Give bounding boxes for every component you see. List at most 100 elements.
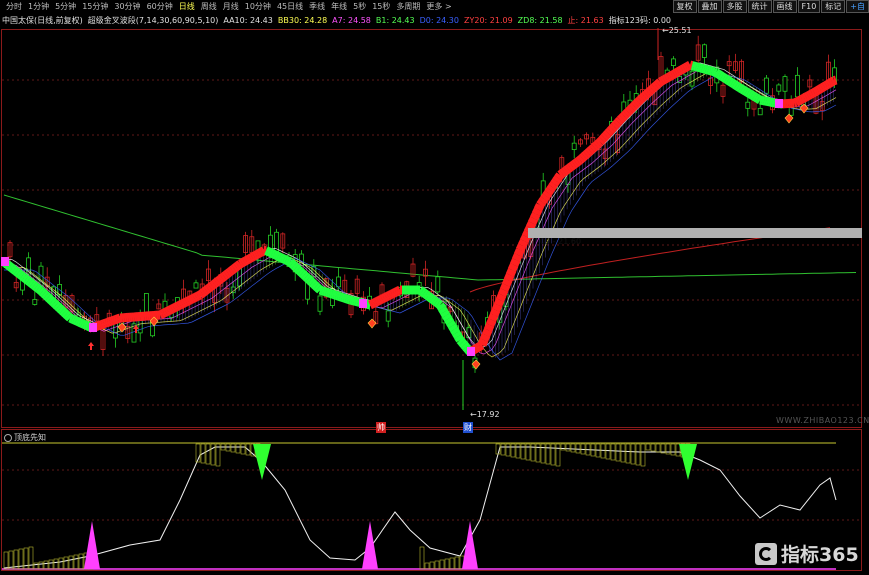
trend-band <box>76 317 82 327</box>
trend-band <box>749 91 757 101</box>
trend-band <box>396 285 403 296</box>
oscillator-bar <box>645 443 651 451</box>
trend-band <box>197 289 205 299</box>
trend-band <box>637 94 646 104</box>
trend-band <box>793 97 801 107</box>
trend-band <box>612 119 622 128</box>
trend-band <box>63 310 72 320</box>
trend-band <box>386 290 393 301</box>
candle-body <box>317 295 323 312</box>
oscillator-bar <box>424 562 430 570</box>
trend-band <box>704 65 710 75</box>
trend-band <box>614 116 624 126</box>
trend-band <box>57 305 66 314</box>
trend-band <box>521 230 533 239</box>
trend-band <box>529 212 541 221</box>
trend-band <box>583 149 592 159</box>
marker-b[interactable]: 财 <box>463 422 473 433</box>
trend-band <box>647 85 656 95</box>
trend-band <box>82 320 88 330</box>
trend-band <box>813 86 821 96</box>
trend-band <box>495 293 507 302</box>
trend-band <box>199 288 207 298</box>
trend-band <box>795 96 803 106</box>
trend-band <box>573 157 581 167</box>
trend-band <box>207 282 215 291</box>
trend-band <box>713 68 721 78</box>
trend-band <box>577 154 586 164</box>
oscillator-bar <box>439 559 445 570</box>
oscillator-bar <box>3 551 9 570</box>
candle-body <box>795 74 800 98</box>
trend-band <box>217 274 225 284</box>
trend-band <box>503 273 515 282</box>
oscillator-bar <box>434 560 440 570</box>
turn-marker <box>775 99 783 108</box>
brand-logo: 指标365 <box>755 540 859 567</box>
trend-band <box>525 221 537 230</box>
oscillator-bar <box>454 556 460 570</box>
trend-band <box>602 130 612 139</box>
marker-a[interactable]: 帅 <box>376 422 386 433</box>
oscillator-bar <box>605 443 611 460</box>
oscillator-bar <box>240 443 246 455</box>
trend-band <box>164 306 171 317</box>
logo-text: 指标365 <box>781 544 859 566</box>
trend-band <box>25 276 33 286</box>
trend-band <box>540 193 550 202</box>
trend-band <box>427 293 435 303</box>
trend-band <box>479 333 491 342</box>
oscillator-bar <box>43 560 49 570</box>
trend-band <box>589 143 598 153</box>
oscillator-bar <box>38 561 44 570</box>
trend-band <box>639 92 648 102</box>
trend-band <box>276 252 282 262</box>
trend-band <box>616 114 626 124</box>
trend-band <box>753 93 761 103</box>
trend-band <box>438 306 449 315</box>
trend-band <box>96 320 102 331</box>
trend-band <box>338 292 344 302</box>
trend-band <box>745 88 753 98</box>
trend-band <box>259 246 267 256</box>
trend-band <box>827 77 835 87</box>
trend-band <box>460 341 470 351</box>
trend-band <box>442 313 453 322</box>
bottom-signal-spike <box>84 521 100 569</box>
trend-band <box>717 71 725 81</box>
trend-band <box>675 66 683 76</box>
trend-band <box>694 62 700 72</box>
trend-band <box>378 294 385 305</box>
trend-band <box>39 288 48 298</box>
trend-band <box>665 72 673 82</box>
kline-chart[interactable] <box>0 0 869 575</box>
trend-band <box>712 67 718 77</box>
trend-band <box>13 267 21 277</box>
candle-body <box>671 58 676 66</box>
settings-gear-icon[interactable] <box>4 433 12 442</box>
trend-band <box>176 300 183 311</box>
trend-band <box>344 294 350 304</box>
trend-band <box>100 319 106 329</box>
trend-band <box>731 80 739 90</box>
trend-band <box>444 316 455 325</box>
trend-band <box>221 271 229 281</box>
trend-band <box>811 87 819 97</box>
trend-band <box>213 277 221 287</box>
trend-band <box>600 132 610 141</box>
trend-band <box>209 280 217 290</box>
trend-band <box>743 87 751 97</box>
trend-band <box>721 73 729 83</box>
trend-band <box>116 313 122 323</box>
trend-band <box>690 61 696 71</box>
trend-band <box>245 254 253 264</box>
trend-band <box>727 77 735 87</box>
trend-band <box>596 136 606 146</box>
trend-band <box>355 297 360 307</box>
trend-band <box>575 156 583 166</box>
trend-band <box>446 320 457 329</box>
trend-band <box>651 82 660 91</box>
trend-band <box>68 313 74 324</box>
oscillator-bar <box>650 443 656 452</box>
trend-band <box>293 264 302 273</box>
